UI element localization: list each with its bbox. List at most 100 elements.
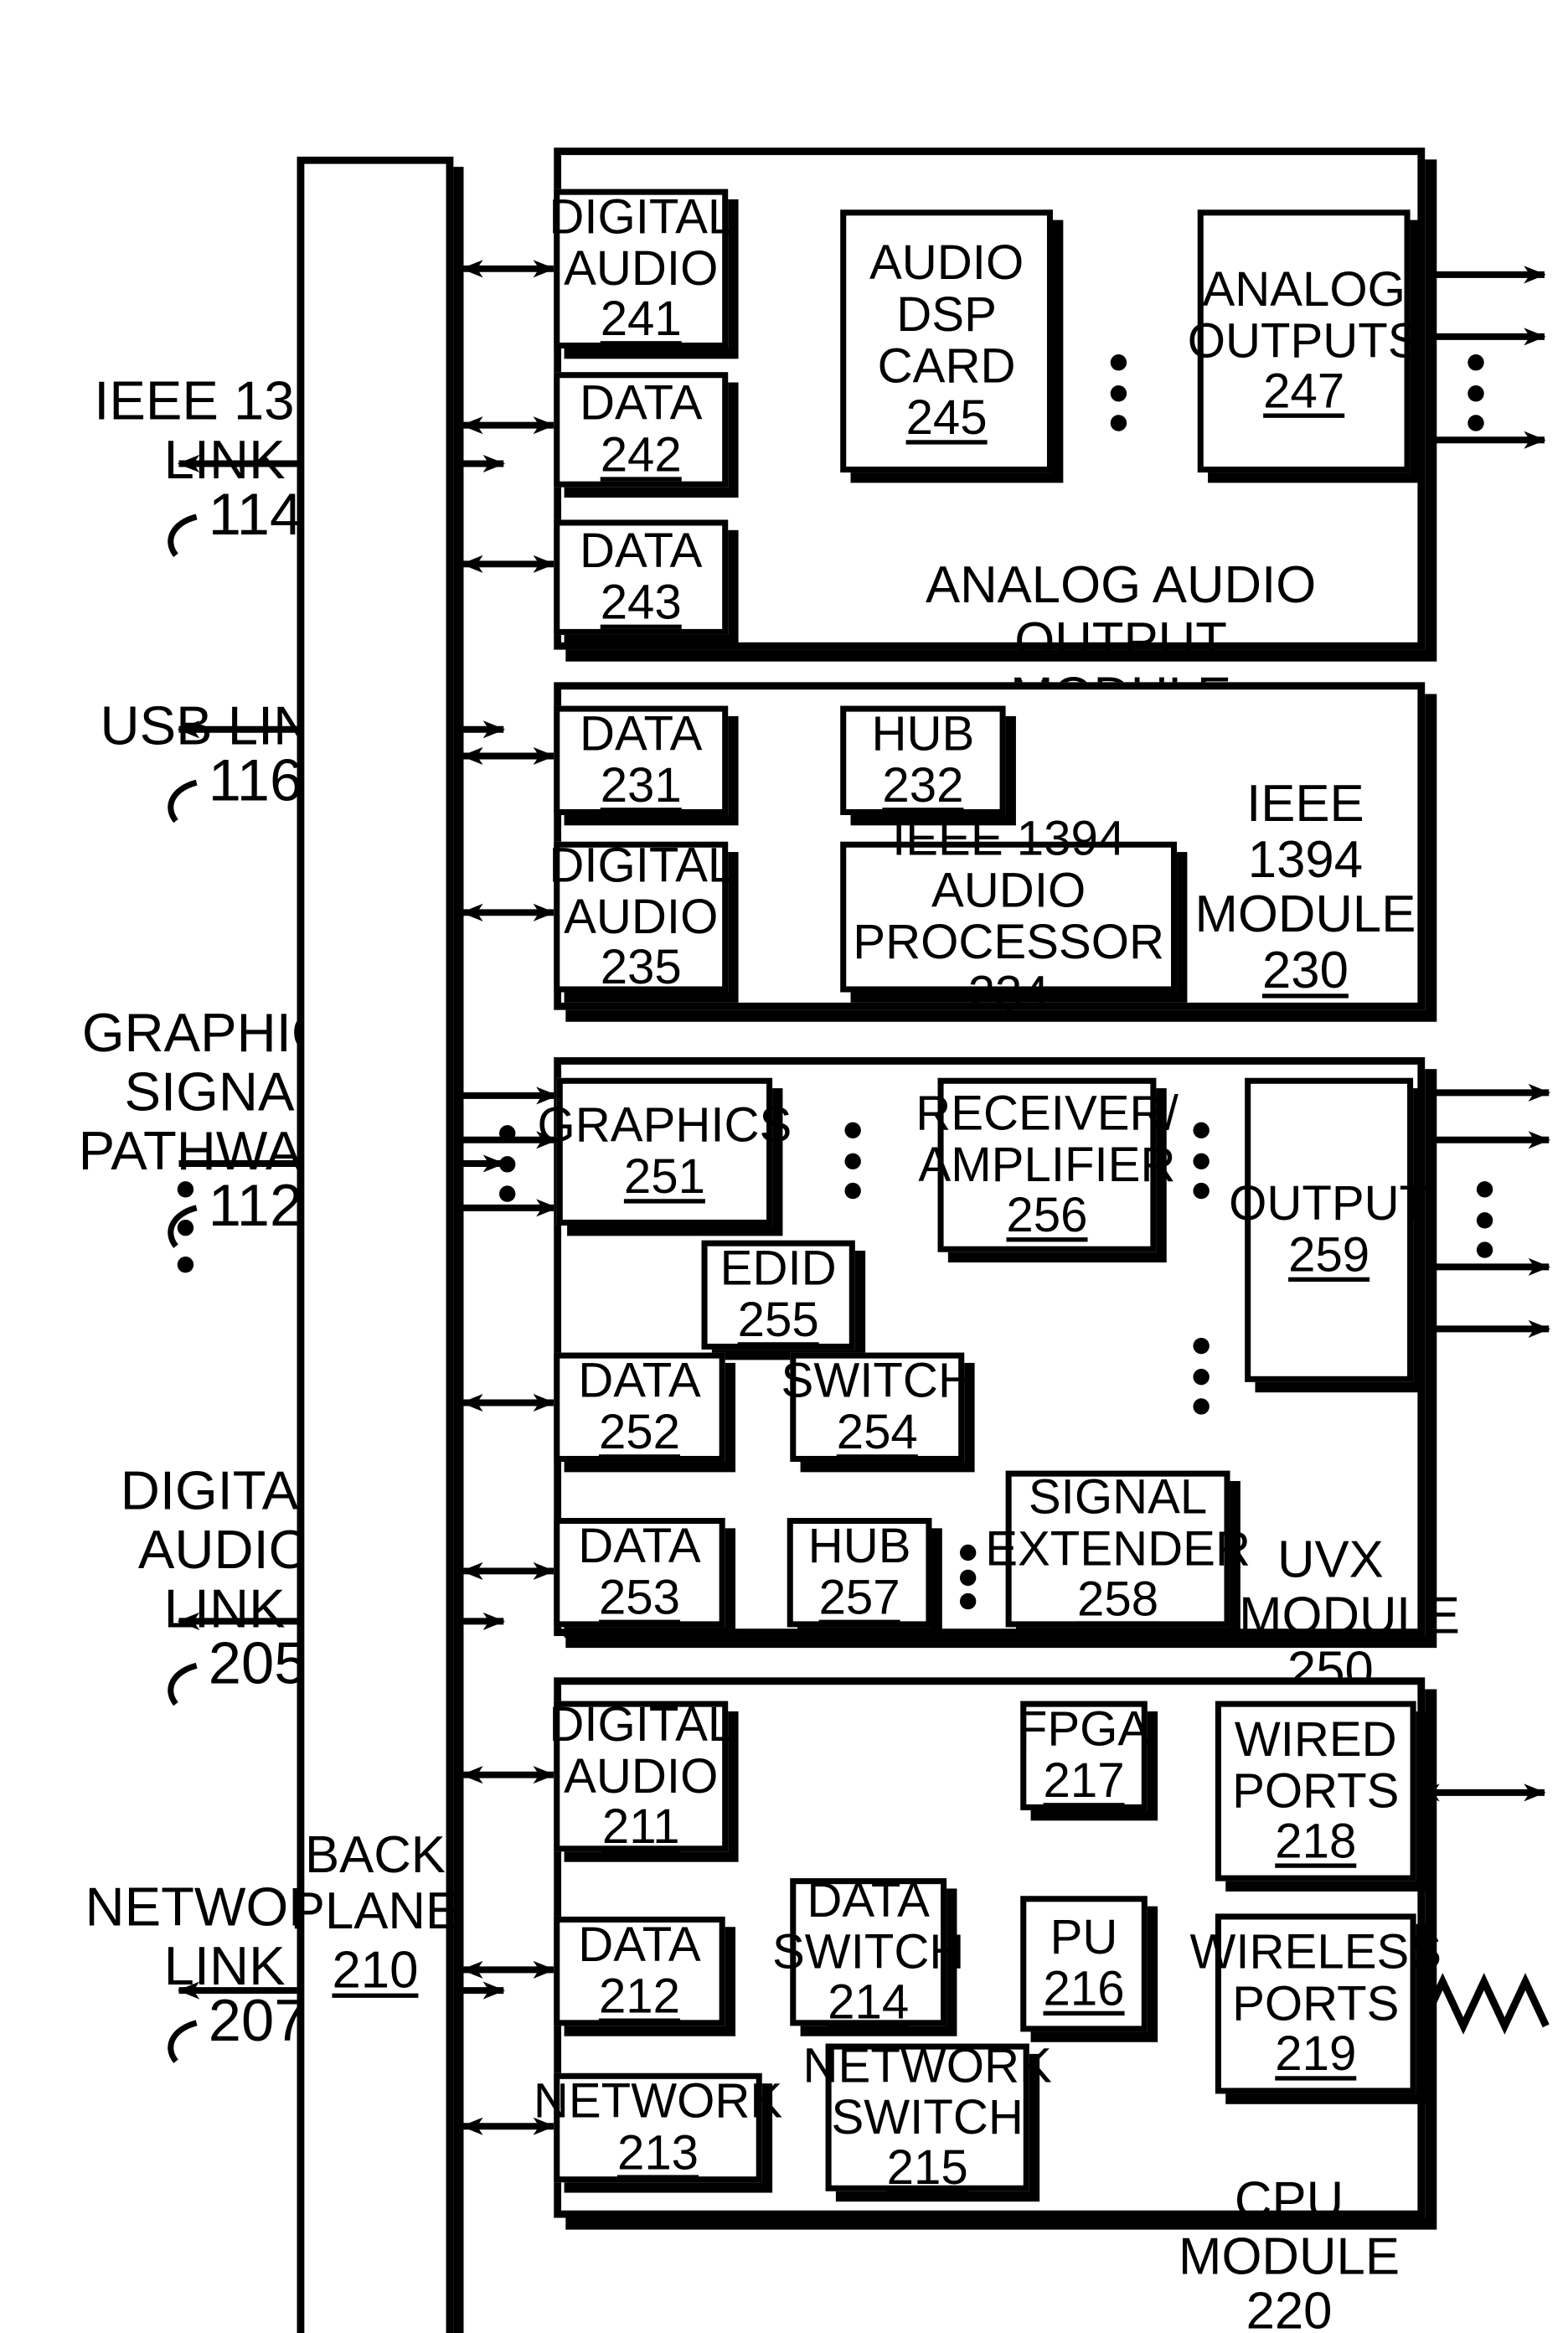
signal-extender-258[interactable]: SIGNAL EXTENDER 258 — [985, 1470, 1251, 1628]
block-ref: 258 — [1076, 1572, 1158, 1627]
block-title: HUB — [871, 705, 975, 761]
block-title: SWITCH — [781, 1352, 973, 1407]
block-ref: 219 — [1275, 2026, 1357, 2082]
hub-232[interactable]: HUB 232 — [839, 705, 1006, 815]
block-ref: 243 — [600, 574, 682, 629]
data-212[interactable]: DATA 212 — [554, 1916, 725, 2026]
link-ref: 114 — [208, 483, 302, 548]
block-title: HUB — [807, 1518, 911, 1573]
module-title: CPU MODULE — [1178, 2171, 1400, 2285]
patent-figure-sheet: IEEE 1394 LINK 114 USB LINK 116 GRAPHICS… — [0, 0, 1568, 2333]
block-ref: 215 — [886, 2139, 968, 2196]
block-ref: 247 — [1262, 364, 1344, 419]
block-ref: 251 — [623, 1148, 705, 1204]
block-ref: 217 — [1043, 1752, 1125, 1808]
backplane-label: BACK PLANE 210 — [291, 1773, 460, 2055]
audio-dsp-card-245[interactable]: AUDIO DSP CARD 245 — [839, 209, 1053, 473]
backplane-ref: 210 — [332, 1941, 419, 2000]
data-242[interactable]: DATA 242 — [554, 372, 729, 488]
switch-254[interactable]: SWITCH 254 — [781, 1352, 973, 1463]
block-ref: 234 — [967, 965, 1050, 1020]
hub-257[interactable]: HUB 257 — [787, 1518, 932, 1628]
block-title: GRAPHICS — [537, 1097, 792, 1152]
block-ref: 256 — [1006, 1188, 1088, 1243]
cpu-module-label: CPU MODULE 220 — [1156, 2118, 1421, 2333]
output-259[interactable]: OUTPUT 259 — [1229, 1077, 1429, 1382]
block-title: ANALOG OUTPUTS — [1187, 261, 1421, 368]
block-title: DIGITAL AUDIO — [549, 188, 735, 295]
data-253[interactable]: DATA 253 — [554, 1518, 725, 1628]
block-ref: 211 — [601, 1799, 680, 1854]
graphics-pathway-ellipsis — [176, 1181, 193, 1273]
block-title: OUTPUT — [1228, 1175, 1429, 1231]
block-title: NETWORK SWITCH — [802, 2036, 1052, 2144]
block-title: FPGA — [1017, 1701, 1151, 1756]
block-title: RECEIVER/ AMPLIFIER — [915, 1084, 1179, 1191]
ieee-1394-module-label: IEEE 1394 MODULE 230 — [1194, 720, 1416, 1056]
data-243[interactable]: DATA 243 — [554, 519, 729, 635]
block-ref: 231 — [600, 757, 682, 813]
module-title: UVX MODULE — [1238, 1530, 1460, 1644]
block-ref: 253 — [598, 1569, 680, 1624]
block-title: SIGNAL EXTENDER — [984, 1468, 1251, 1575]
hub-to-extender-ellipsis — [958, 1544, 976, 1610]
data-switch-214[interactable]: DATA SWITCH 214 — [772, 1873, 964, 2028]
data-231[interactable]: DATA 231 — [554, 705, 729, 815]
digital-audio-211[interactable]: DIGITAL AUDIO 211 — [549, 1697, 735, 1854]
block-ref: 218 — [1275, 1814, 1357, 1869]
block-ref: 241 — [600, 292, 682, 347]
edid-255[interactable]: EDID 255 — [701, 1240, 855, 1350]
block-title: DIGITAL AUDIO — [549, 1696, 735, 1803]
analog-outputs-247[interactable]: ANALOG OUTPUTS 247 — [1187, 209, 1420, 473]
module-title: IEEE 1394 MODULE — [1194, 775, 1416, 945]
module-ref: 230 — [1261, 942, 1349, 1000]
link-ref: 116 — [208, 748, 302, 814]
data-252[interactable]: DATA 252 — [554, 1352, 725, 1463]
block-ref: 245 — [905, 390, 988, 445]
block-title: NETWORK — [533, 2072, 782, 2129]
block-ref: 254 — [836, 1404, 918, 1459]
ieee-1394-audio-processor-234[interactable]: IEEE 1394 AUDIO PROCESSOR 234 — [839, 813, 1177, 1019]
digital-audio-235[interactable]: DIGITAL AUDIO 235 — [549, 838, 735, 995]
receiver-to-output-ellipsis — [1191, 1122, 1209, 1200]
block-title: DIGITAL AUDIO — [549, 836, 735, 943]
block-ref: 214 — [827, 1974, 909, 2030]
block-title: EDID — [720, 1240, 837, 1295]
uvx-external-ellipsis — [1475, 1181, 1493, 1258]
module-ref: 220 — [1246, 2283, 1333, 2333]
block-ref: 257 — [818, 1569, 900, 1624]
block-ref: 235 — [600, 939, 682, 995]
backplane[interactable]: BACK PLANE 210 — [291, 156, 460, 2333]
backplane-to-graphics-ellipsis — [498, 1125, 515, 1202]
graphics-to-receiver-ellipsis — [843, 1122, 860, 1200]
block-ref: 213 — [616, 2124, 699, 2180]
block-title: DATA — [579, 523, 703, 578]
link-ref: 205 — [208, 1631, 307, 1696]
network-213[interactable]: NETWORK 213 — [534, 2072, 782, 2183]
block-title: WIRELESS PORTS — [1189, 1923, 1442, 2030]
pu-216[interactable]: PU 216 — [1020, 1896, 1148, 2032]
block-title: PU — [1050, 1909, 1118, 1964]
link-ref: 112 — [208, 1173, 302, 1239]
block-ref: 242 — [600, 426, 682, 482]
output-to-extender-ellipsis — [1191, 1337, 1209, 1415]
block-ref: 255 — [737, 1292, 819, 1347]
block-ref: 212 — [598, 1968, 680, 2023]
wireless-ports-219[interactable]: WIRELESS PORTS 219 — [1189, 1913, 1442, 2094]
graphics-251[interactable]: GRAPHICS 251 — [537, 1077, 792, 1226]
block-title: IEEE 1394 AUDIO PROCESSOR — [853, 810, 1164, 969]
block-ref: 216 — [1043, 1960, 1125, 2016]
block-title: DATA — [577, 1518, 701, 1573]
backplane-title: BACK PLANE — [290, 1826, 460, 1941]
digital-audio-241[interactable]: DIGITAL AUDIO 241 — [549, 188, 735, 348]
network-switch-215[interactable]: NETWORK SWITCH 215 — [802, 2038, 1051, 2193]
fpga-217[interactable]: FPGA 217 — [1017, 1701, 1151, 1811]
receiver-amplifier-256[interactable]: RECEIVER/ AMPLIFIER 256 — [916, 1077, 1179, 1252]
block-ref: 232 — [882, 757, 964, 813]
dsp-to-outputs-ellipsis — [1109, 354, 1127, 431]
block-title: DATA — [577, 1352, 701, 1407]
wireless-signal-icon — [1421, 1973, 1550, 2035]
analog-outputs-external-ellipsis — [1466, 354, 1483, 431]
wired-ports-218[interactable]: WIRED PORTS 218 — [1215, 1701, 1416, 1881]
block-ref: 252 — [598, 1404, 680, 1459]
